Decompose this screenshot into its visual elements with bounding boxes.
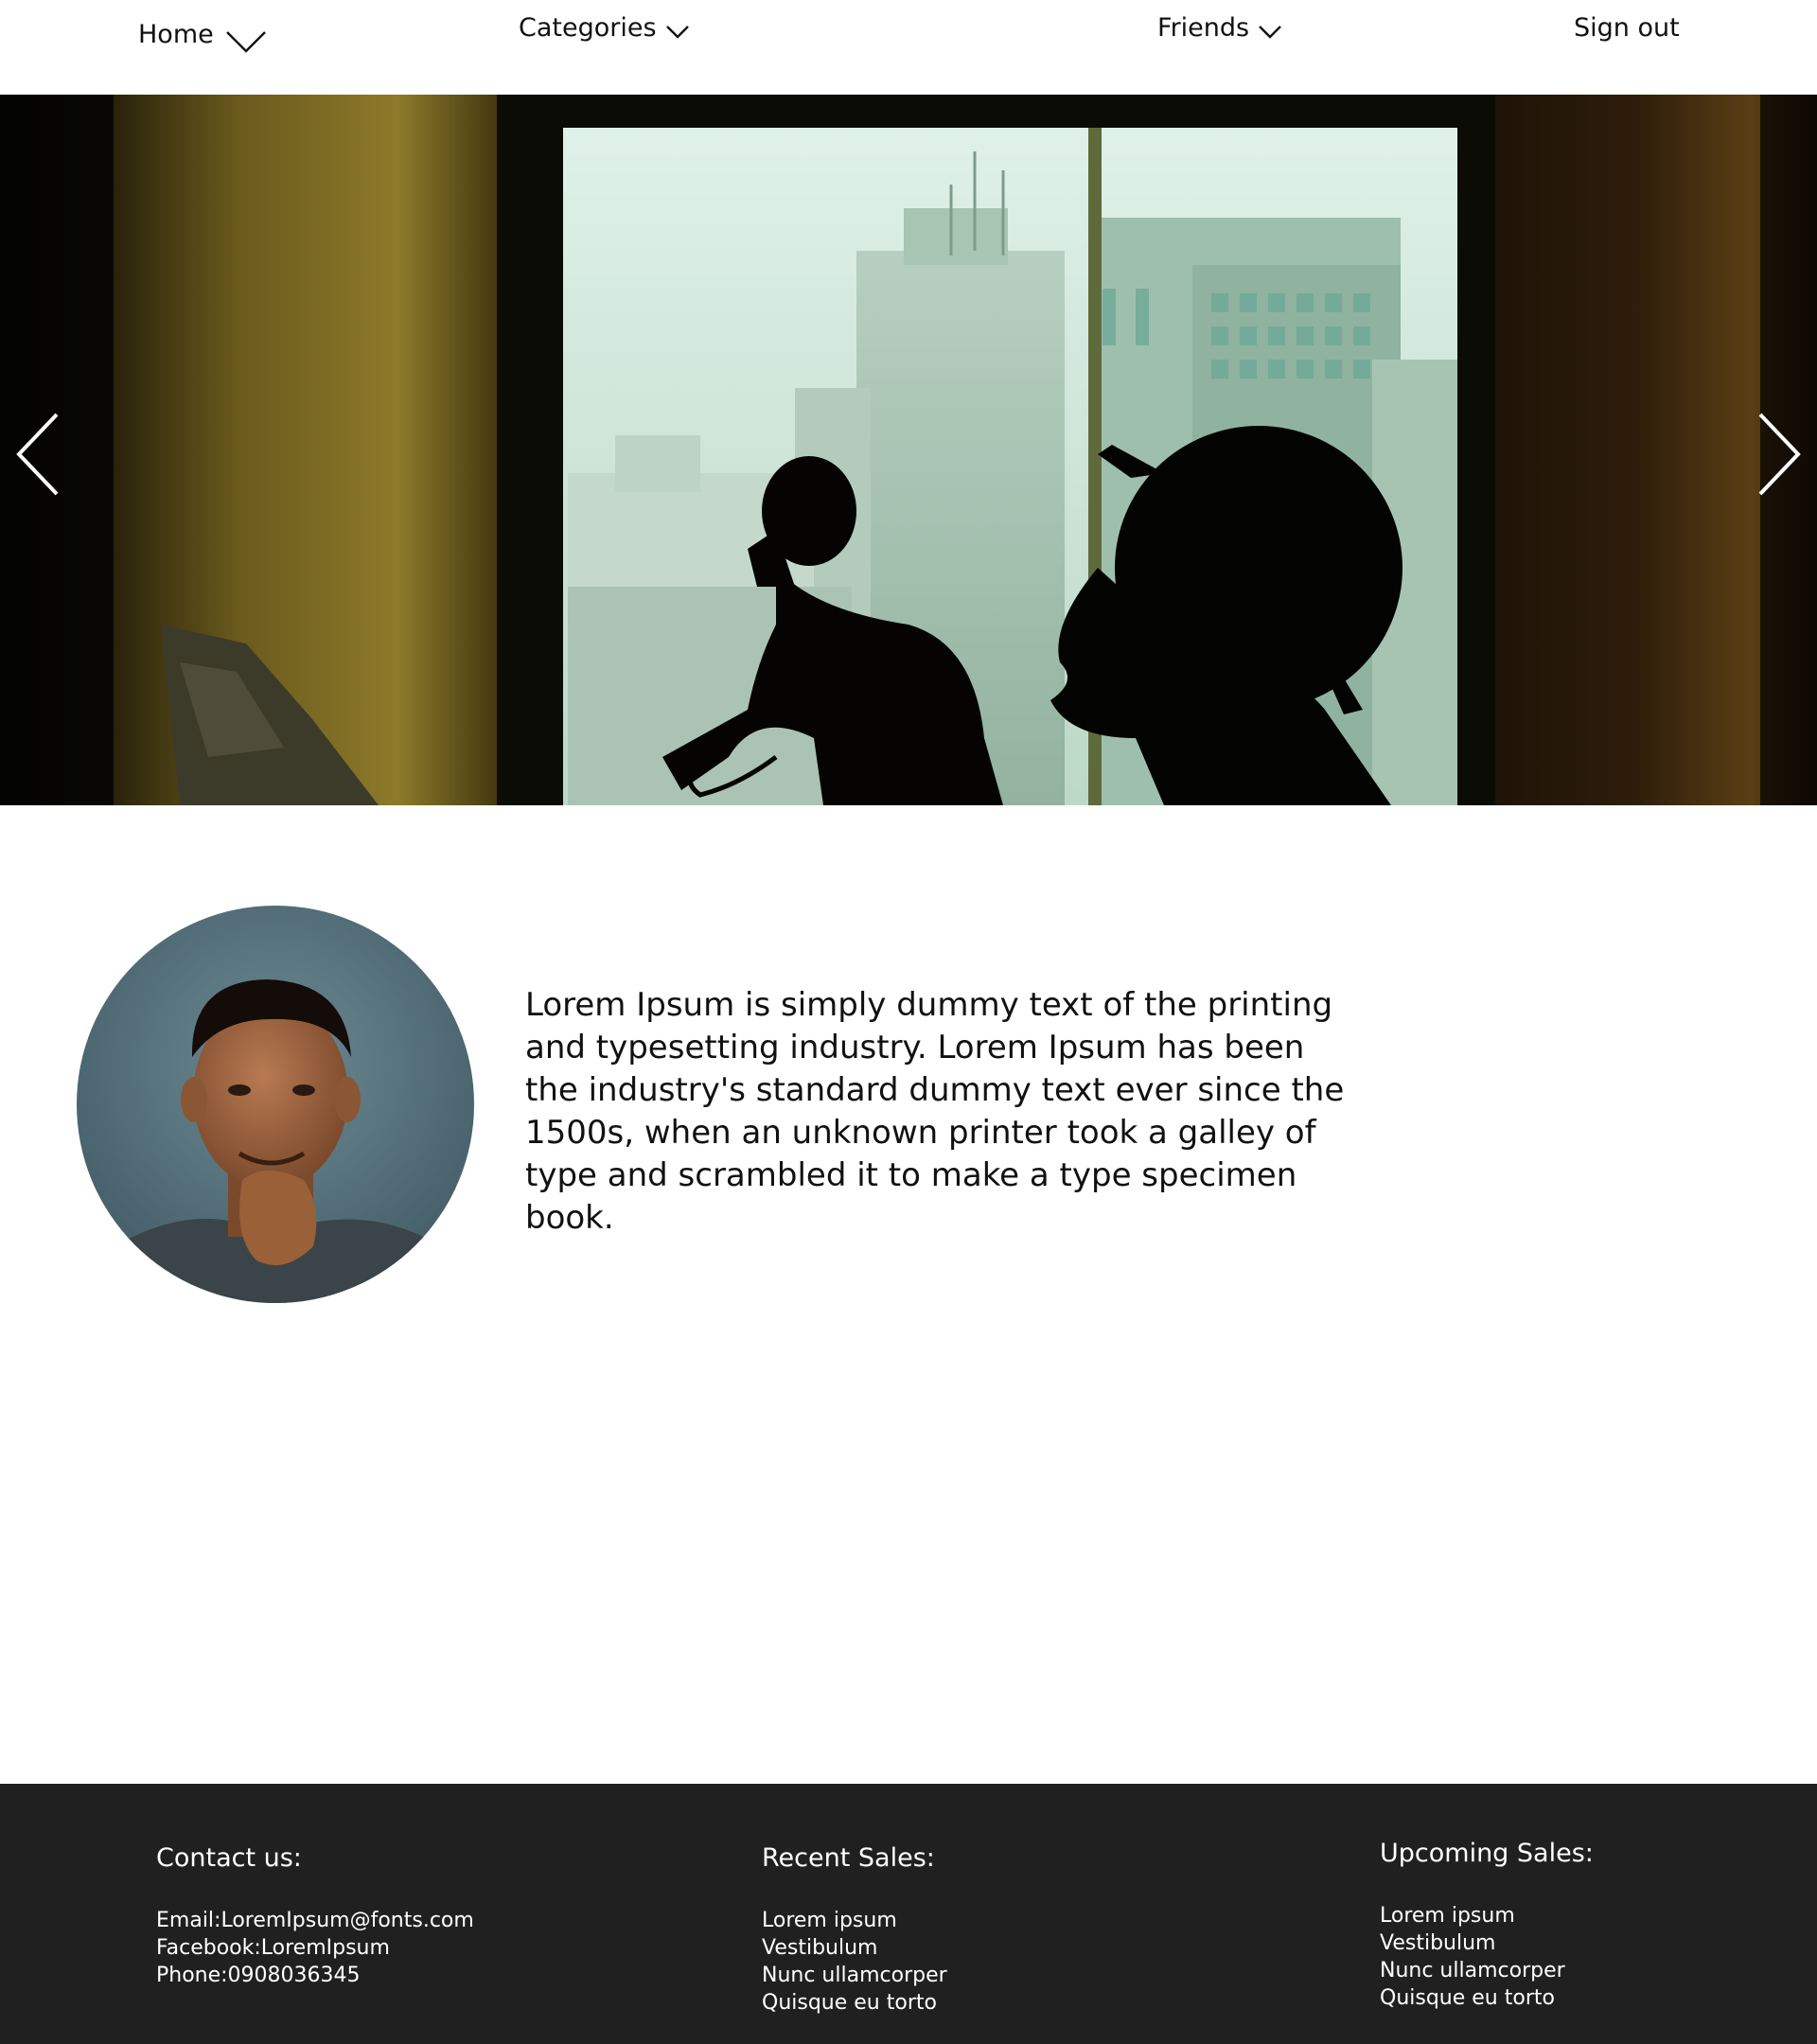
contact-email[interactable]: Email:LoremIpsum@fonts.com <box>156 1907 474 1934</box>
footer-contact-title: Contact us: <box>156 1843 302 1873</box>
list-item[interactable]: Lorem ipsum <box>1380 1902 1594 1929</box>
chevron-down-icon <box>225 31 266 53</box>
carousel-next-button[interactable] <box>1746 407 1812 502</box>
list-item[interactable]: Nunc ullamcorper <box>1380 1957 1594 1984</box>
hero-carousel <box>0 95 1817 805</box>
nav-home[interactable]: Home <box>138 13 269 55</box>
contact-phone[interactable]: Phone:0908036345 <box>156 1962 474 1989</box>
footer-upcoming-sales-title: Upcoming Sales: <box>1380 1839 1594 1868</box>
contact-facebook[interactable]: Facebook:LoremIpsum <box>156 1934 474 1962</box>
list-item[interactable]: Vestibulum <box>762 1934 947 1962</box>
list-item[interactable]: Quisque eu torto <box>762 1989 947 2017</box>
profile-photo <box>77 906 474 1303</box>
sign-out-link[interactable]: Sign out <box>1574 13 1680 43</box>
nav-categories-label: Categories <box>519 13 657 43</box>
carousel-prev-button[interactable] <box>5 407 71 502</box>
list-item[interactable]: Vestibulum <box>1380 1929 1594 1957</box>
chevron-down-icon <box>665 25 689 39</box>
nav-friends[interactable]: Friends <box>1157 13 1282 43</box>
nav-home-label: Home <box>138 19 214 49</box>
profile-bio: Lorem Ipsum is simply dummy text of the … <box>525 986 1345 1237</box>
nav-friends-label: Friends <box>1157 13 1250 43</box>
list-item[interactable]: Nunc ullamcorper <box>762 1962 947 1989</box>
list-item[interactable]: Lorem ipsum <box>762 1907 947 1934</box>
footer-recent-sales: Recent Sales: Lorem ipsum Vestibulum Nun… <box>762 1842 947 2017</box>
footer-upcoming-sales: Upcoming Sales: Lorem ipsum Vestibulum N… <box>1380 1838 1594 2012</box>
list-item[interactable]: Quisque eu torto <box>1380 1984 1594 2012</box>
footer-recent-sales-title: Recent Sales: <box>762 1843 935 1873</box>
footer-contact: Contact us: Email:LoremIpsum@fonts.com F… <box>156 1842 474 1989</box>
chevron-left-icon <box>16 413 59 496</box>
chevron-right-icon <box>1758 413 1801 496</box>
sign-out-label: Sign out <box>1574 13 1680 43</box>
avatar <box>77 906 474 1303</box>
footer: Contact us: Email:LoremIpsum@fonts.com F… <box>0 1784 1817 2044</box>
chevron-down-icon <box>1259 25 1281 39</box>
top-navigation: Home Categories Friends Sign out <box>0 0 1817 95</box>
hero-image <box>0 95 1817 805</box>
nav-categories[interactable]: Categories <box>519 13 690 43</box>
